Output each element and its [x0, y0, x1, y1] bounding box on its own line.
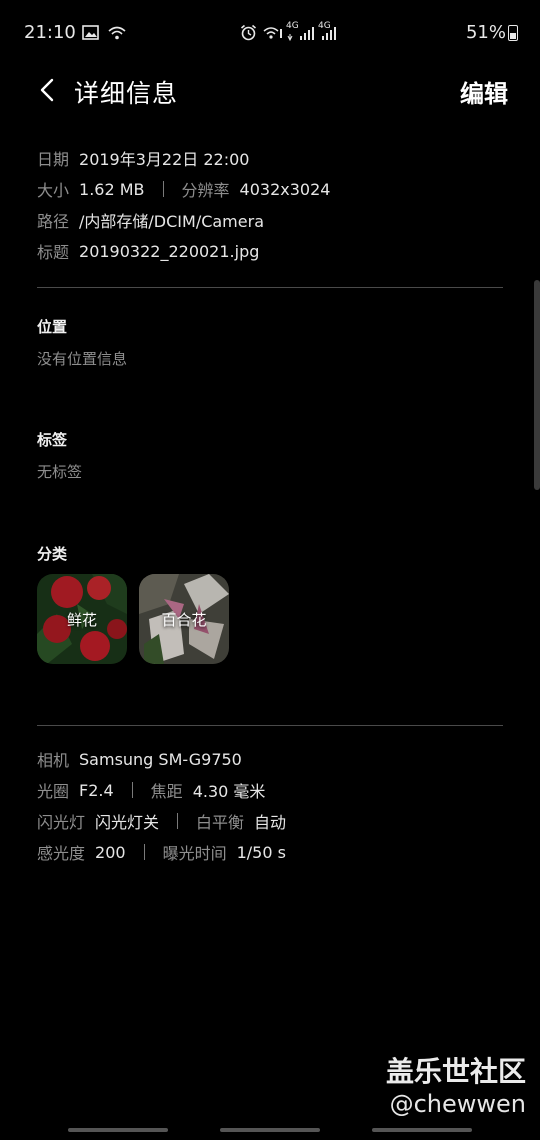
alarm-icon	[240, 24, 257, 41]
flash-label: 闪光灯	[37, 813, 86, 832]
separator	[143, 844, 145, 860]
iso-value: 200	[95, 842, 126, 862]
page-title: 详细信息	[74, 79, 179, 108]
focal-label: 焦距	[150, 782, 183, 801]
camera-label: 相机	[37, 751, 70, 770]
filename-value: 20190322_220021.jpg	[79, 241, 260, 261]
date-label: 日期	[37, 150, 70, 169]
category-tile-flowers[interactable]: 鲜花	[37, 574, 127, 664]
battery-percent: 51%	[465, 22, 506, 43]
aperture-label: 光圈	[37, 782, 70, 801]
flash-row: 闪光灯 闪光灯关 白平衡 自动	[37, 810, 286, 832]
size-value: 1.62 MB	[79, 179, 145, 199]
back-arrow-icon[interactable]	[36, 76, 60, 104]
resolution-label: 分辨率	[181, 181, 230, 200]
category-tile-lily[interactable]: 百合花	[139, 574, 229, 664]
separator	[177, 813, 179, 829]
categories-title: 分类	[37, 545, 68, 563]
nav-back-button[interactable]	[372, 1128, 472, 1132]
tags-text: 无标签	[37, 463, 83, 481]
size-row: 大小 1.62 MB 分辨率 4032x3024	[37, 178, 331, 201]
exposure-label: 曝光时间	[162, 844, 227, 863]
location-title: 位置	[37, 318, 68, 336]
exposure-value: 1/50 s	[236, 842, 286, 862]
path-row: 路径 /内部存储/DCIM/Camera	[37, 209, 264, 231]
location-text: 没有位置信息	[37, 350, 128, 368]
aperture-value: F2.4	[79, 780, 114, 800]
wifi-call-icon	[263, 27, 282, 39]
signal-bars-icon	[287, 27, 314, 42]
watermark-site: 盖乐世社区	[385, 1055, 526, 1088]
scrollbar[interactable]	[534, 280, 540, 490]
camera-row: 相机 Samsung SM-G9750	[37, 748, 242, 771]
nav-home-button[interactable]	[220, 1128, 320, 1132]
white-balance-label: 白平衡	[196, 813, 245, 832]
path-value: /内部存储/DCIM/Camera	[79, 212, 264, 231]
filename-row: 标题 20190322_220021.jpg	[37, 240, 260, 263]
camera-value: Samsung SM-G9750	[79, 749, 242, 769]
tags-title: 标签	[37, 431, 68, 449]
flash-value: 闪光灯关	[95, 813, 160, 832]
divider	[37, 725, 503, 726]
separator	[131, 782, 133, 798]
signal-bars-icon-2	[322, 27, 336, 40]
category-label: 鲜花	[66, 611, 97, 629]
filename-label: 标题	[37, 243, 70, 262]
date-row: 日期 2019年3月22日 22:00	[37, 147, 249, 169]
path-label: 路径	[37, 212, 70, 231]
separator	[162, 181, 164, 197]
category-label: 百合花	[161, 611, 207, 629]
aperture-row: 光圈 F2.4 焦距 4.30 毫米	[37, 779, 266, 802]
image-icon	[82, 25, 99, 40]
divider	[37, 287, 503, 288]
nav-recents-button[interactable]	[68, 1128, 168, 1132]
focal-value: 4.30 毫米	[192, 782, 266, 801]
date-value: 2019年3月22日 22:00	[79, 150, 250, 169]
white-balance-value: 自动	[254, 813, 287, 832]
iso-row: 感光度 200 曝光时间 1/50 s	[37, 841, 286, 864]
watermark-user: @chewwen	[389, 1090, 526, 1118]
status-time: 21:10	[24, 22, 76, 43]
battery-icon	[508, 25, 518, 41]
size-label: 大小	[37, 181, 70, 200]
resolution-value: 4032x3024	[239, 179, 331, 199]
status-bar: 21:10 4G 4G 51%	[0, 0, 540, 66]
iso-label: 感光度	[37, 844, 86, 863]
wifi-icon	[108, 26, 126, 40]
edit-button[interactable]: 编辑	[460, 74, 508, 109]
